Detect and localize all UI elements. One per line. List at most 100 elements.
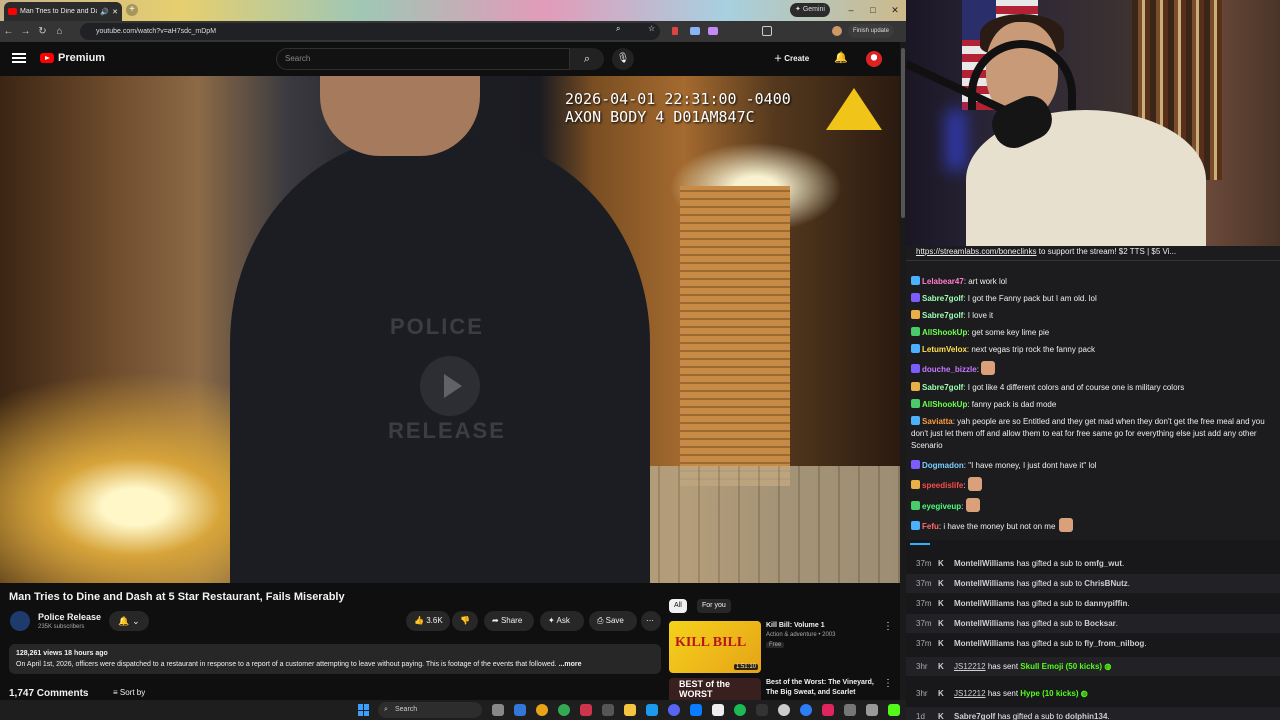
chip-all[interactable]: All bbox=[669, 599, 687, 613]
app-icon[interactable] bbox=[778, 704, 790, 716]
extension-icon[interactable] bbox=[690, 27, 700, 35]
close-window-button[interactable]: ✕ bbox=[888, 3, 902, 17]
more-vertical-icon[interactable]: ⋮ bbox=[883, 678, 893, 689]
new-tab-button[interactable]: + bbox=[126, 4, 138, 16]
search-button[interactable]: ⌕ bbox=[570, 48, 604, 70]
recommendation-thumbnail[interactable]: BEST of the WORST bbox=[669, 678, 761, 700]
share-button[interactable]: ➦ Share bbox=[484, 611, 534, 631]
event-user[interactable]: MontellWilliams bbox=[954, 599, 1014, 608]
chat-colon: : bbox=[961, 502, 966, 511]
tab-close-icon[interactable]: ✕ bbox=[112, 8, 118, 16]
bookmark-star-icon[interactable]: ☆ bbox=[648, 24, 655, 33]
app-icon[interactable] bbox=[844, 704, 856, 716]
more-vertical-icon[interactable]: ⋮ bbox=[883, 621, 893, 632]
chat-username[interactable]: Saviatta bbox=[922, 417, 953, 426]
chat-username[interactable]: douche_bizzle bbox=[922, 365, 977, 374]
file-explorer-icon[interactable] bbox=[624, 704, 636, 716]
discord-icon[interactable] bbox=[668, 704, 680, 716]
subscription-bell-button[interactable]: 🔔 ⌄ bbox=[109, 611, 149, 631]
app-icon[interactable] bbox=[580, 704, 592, 716]
chat-username[interactable]: speedislife bbox=[922, 481, 963, 490]
event-user[interactable]: JS12212 bbox=[954, 689, 986, 698]
chrome-profile-icon[interactable] bbox=[558, 704, 570, 716]
channel-avatar[interactable] bbox=[10, 611, 30, 631]
chat-username[interactable]: eyegiveup bbox=[922, 502, 961, 511]
extension-icon[interactable] bbox=[708, 27, 718, 35]
app-icon[interactable] bbox=[866, 704, 878, 716]
back-icon[interactable]: ← bbox=[0, 23, 17, 40]
video-face bbox=[320, 76, 480, 156]
tab-audio-icon[interactable]: 🔊 bbox=[100, 8, 109, 16]
recommendation-thumbnail[interactable]: KILL BILL 1:51:10 bbox=[669, 621, 761, 673]
youtube-logo[interactable]: Premium bbox=[40, 52, 105, 64]
chat-username[interactable]: Fefu bbox=[922, 522, 939, 531]
task-view-icon[interactable] bbox=[492, 704, 504, 716]
streamlabs-link[interactable]: https://streamlabs.com/boneclinks bbox=[916, 247, 1037, 256]
search-input[interactable]: Search bbox=[276, 48, 570, 70]
extensions-puzzle-icon[interactable] bbox=[762, 26, 772, 36]
gemini-button[interactable]: ✦ Gemini bbox=[790, 3, 830, 17]
like-button[interactable]: 👍 3.6K bbox=[406, 611, 450, 631]
taskbar-search[interactable]: ⌕ Search bbox=[378, 702, 482, 718]
voice-search-button[interactable]: 🎙 bbox=[612, 48, 634, 70]
recommendation-item[interactable]: KILL BILL 1:51:10 Kill Bill: Volume 1 Ac… bbox=[669, 621, 901, 675]
search-lens-icon[interactable]: ⌕ bbox=[616, 24, 620, 34]
save-button[interactable]: ⎙ Save bbox=[589, 611, 637, 631]
chat-username[interactable]: Sabre7golf bbox=[922, 383, 963, 392]
kick-icon[interactable] bbox=[888, 704, 900, 716]
forward-icon[interactable]: → bbox=[17, 23, 34, 40]
minimize-button[interactable]: – bbox=[844, 3, 858, 17]
home-icon[interactable]: ⌂ bbox=[51, 23, 68, 40]
account-avatar[interactable] bbox=[866, 51, 882, 67]
device-id-line: AXON BODY 4 D01AM847C bbox=[565, 108, 755, 126]
play-overlay-icon[interactable] bbox=[420, 356, 480, 416]
app-icon[interactable] bbox=[822, 704, 834, 716]
notifications-bell-icon[interactable]: 🔔 bbox=[834, 51, 848, 64]
recommendation-item[interactable]: BEST of the WORST Best of the Worst: The… bbox=[669, 678, 901, 700]
event-user[interactable]: JS12212 bbox=[954, 662, 986, 671]
scrollbar-thumb[interactable] bbox=[901, 48, 905, 218]
windows-start-icon[interactable] bbox=[358, 704, 370, 716]
more-actions-button[interactable]: ⋯ bbox=[641, 611, 661, 631]
edge-icon[interactable] bbox=[514, 704, 526, 716]
chat-username[interactable]: AllShookUp bbox=[922, 400, 967, 409]
reload-icon[interactable]: ↻ bbox=[34, 23, 51, 40]
app-icon[interactable] bbox=[602, 704, 614, 716]
finish-update-button[interactable]: Finish update bbox=[848, 24, 895, 38]
chat-username[interactable]: LetumVelox bbox=[922, 345, 967, 354]
app-icon[interactable] bbox=[800, 704, 812, 716]
chat-username[interactable]: Sabre7golf bbox=[922, 294, 963, 303]
extension-icon[interactable] bbox=[672, 27, 678, 35]
ask-button[interactable]: ✦ Ask bbox=[540, 611, 584, 631]
sort-by-button[interactable]: ≡ Sort by bbox=[113, 688, 145, 700]
maximize-button[interactable]: □ bbox=[866, 3, 880, 17]
spotify-icon[interactable] bbox=[734, 704, 746, 716]
chat-username[interactable]: Dogmadon bbox=[922, 461, 964, 470]
event-user[interactable]: MontellWilliams bbox=[954, 559, 1014, 568]
video-player[interactable]: POLICE RELEASE 2026-04-01 22:31:00 -0400… bbox=[0, 76, 900, 583]
app-icon[interactable] bbox=[646, 704, 658, 716]
event-action: has gifted a sub to bbox=[1014, 619, 1085, 628]
profile-icon[interactable] bbox=[832, 26, 842, 36]
description-box[interactable]: 128,261 views 18 hours ago On April 1st,… bbox=[9, 644, 661, 674]
event-user[interactable]: MontellWilliams bbox=[954, 579, 1014, 588]
app-icon[interactable] bbox=[756, 704, 768, 716]
chat-username[interactable]: Lelabear47 bbox=[922, 277, 964, 286]
event-user[interactable]: MontellWilliams bbox=[954, 619, 1014, 628]
chrome-icon[interactable] bbox=[536, 704, 548, 716]
menu-icon[interactable] bbox=[12, 51, 26, 65]
chat-badge-icon bbox=[911, 382, 920, 391]
app-icon[interactable] bbox=[712, 704, 724, 716]
more-link[interactable]: ...more bbox=[559, 661, 582, 668]
app-icon[interactable] bbox=[690, 704, 702, 716]
chat-username[interactable]: Sabre7golf bbox=[922, 311, 963, 320]
chip-for-you[interactable]: For you bbox=[697, 599, 731, 613]
dislike-button[interactable]: 👎 bbox=[452, 611, 478, 631]
chat-username[interactable]: AllShookUp bbox=[922, 328, 967, 337]
browser-tab[interactable]: Man Tries to Dine and Dash 🔊 ✕ bbox=[4, 2, 122, 21]
url-field[interactable]: youtube.com/watch?v=aH7sdc_mDpM bbox=[80, 23, 660, 40]
event-user[interactable]: MontellWilliams bbox=[954, 639, 1014, 648]
event-user[interactable]: Sabre7golf bbox=[954, 712, 995, 720]
channel-name[interactable]: Police Release bbox=[38, 612, 101, 622]
create-button[interactable]: ＋ Create bbox=[774, 50, 809, 68]
